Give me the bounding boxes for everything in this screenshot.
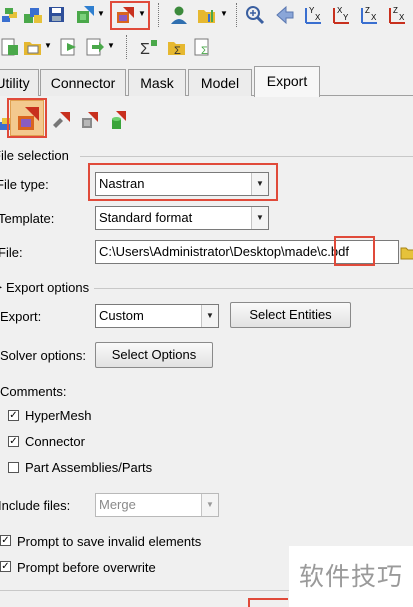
svg-text:Σ: Σ — [201, 45, 208, 57]
include-files-select[interactable]: Merge ▼ — [95, 493, 219, 517]
part-assemblies-label: Part Assemblies/Parts — [25, 460, 153, 475]
toolbar-row-2: ▼ ▼ Σ Σ Σ — [0, 32, 413, 62]
svg-text:Σ: Σ — [174, 45, 181, 57]
file-path-value: C:\Users\Administrator\Desktop\made\c.bd… — [99, 244, 349, 259]
page-icon[interactable] — [0, 36, 22, 58]
svg-text:Z: Z — [393, 6, 398, 15]
part-assemblies-checkbox[interactable] — [8, 462, 19, 473]
file-type-label: File type: — [0, 177, 49, 192]
select-entities-button[interactable]: Select Entities — [230, 302, 351, 328]
connector-export-icon[interactable] — [50, 109, 72, 131]
tab-export[interactable]: Export — [254, 66, 320, 97]
zoom-icon[interactable] — [244, 4, 266, 26]
bottom-highlight — [248, 598, 288, 607]
prompt-overwrite-label: Prompt before overwrite — [17, 560, 156, 575]
svg-text:X: X — [315, 13, 321, 22]
tab-bar: Utility Connector Mask Model Export — [0, 66, 413, 97]
export-label: Export: — [0, 309, 42, 324]
model-export-highlight — [7, 98, 47, 138]
forward-page-icon[interactable] — [58, 36, 80, 58]
export-value: Custom — [99, 308, 144, 323]
svg-text:Z: Z — [365, 6, 370, 15]
section-divider — [80, 156, 413, 157]
chevron-down-icon[interactable]: ▼ — [201, 494, 218, 516]
file-label: File: — [0, 245, 23, 260]
prompt-invalid-label: Prompt to save invalid elements — [17, 534, 202, 549]
tab-mask[interactable]: Mask — [128, 69, 186, 96]
view-zx-icon[interactable]: ZX — [358, 4, 380, 26]
layers-icon[interactable] — [0, 4, 22, 26]
tab-utility[interactable]: Utility — [0, 69, 39, 96]
prompt-overwrite-checkbox[interactable]: ✓ — [0, 561, 11, 572]
connector-checkbox[interactable]: ✓ — [8, 436, 19, 447]
chevron-down-icon[interactable]: ▼ — [251, 207, 268, 229]
select-options-button[interactable]: Select Options — [95, 342, 213, 368]
template-label: Template: — [0, 211, 55, 226]
template-select[interactable]: Standard format ▼ — [95, 206, 269, 230]
export-options-heading: Export options — [6, 280, 90, 295]
chevron-down-icon[interactable]: ▼ — [44, 41, 52, 50]
tab-model[interactable]: Model — [188, 69, 252, 96]
chevron-down-icon[interactable]: ▼ — [220, 9, 228, 18]
comments-label: Comments: — [0, 384, 67, 399]
file-type-highlight — [88, 163, 278, 201]
export-subtoolbar — [0, 98, 413, 144]
view-xy-icon[interactable]: XY — [330, 4, 352, 26]
chevron-down-icon[interactable]: ▼ — [107, 41, 115, 50]
import-icon[interactable] — [74, 4, 96, 26]
back-arrow-icon[interactable] — [274, 4, 296, 26]
hypermesh-label: HyperMesh — [25, 408, 92, 423]
export-icon-highlight — [110, 1, 150, 30]
cylinder-export-icon[interactable] — [106, 109, 128, 131]
view-yx-icon[interactable]: YX — [302, 4, 324, 26]
svg-text:Σ: Σ — [140, 41, 150, 58]
chevron-down-icon[interactable]: ▼ — [97, 9, 105, 18]
svg-text:Y: Y — [343, 13, 349, 22]
toolbar-separator — [236, 3, 237, 27]
solver-options-label: Solver options: — [0, 348, 86, 363]
watermark: 软件技巧 — [289, 546, 413, 607]
folder-page-icon[interactable] — [22, 36, 44, 58]
template-value: Standard format — [99, 210, 193, 225]
tab-connector[interactable]: Connector — [40, 69, 126, 96]
folder-bars-icon[interactable] — [196, 4, 218, 26]
user-icon[interactable] — [168, 4, 190, 26]
solid-export-icon[interactable] — [78, 109, 100, 131]
svg-text:X: X — [399, 13, 405, 22]
components-icon[interactable] — [22, 4, 44, 26]
connector-label: Connector — [25, 434, 85, 449]
include-files-label: Include files: — [0, 498, 71, 513]
section-divider — [94, 288, 413, 289]
page-sum-icon[interactable]: Σ — [192, 36, 214, 58]
file-name-highlight — [334, 236, 375, 266]
toolbar-separator — [126, 35, 127, 59]
svg-text:X: X — [371, 13, 377, 22]
save-model-icon[interactable] — [46, 4, 68, 26]
page-arrow-icon[interactable] — [84, 36, 106, 58]
hypermesh-checkbox[interactable]: ✓ — [8, 410, 19, 421]
open-folder-icon[interactable] — [400, 243, 413, 261]
view-zx-alt-icon[interactable]: ZX — [386, 4, 408, 26]
chevron-down-icon[interactable]: ▼ — [201, 305, 218, 327]
toolbar-separator — [158, 3, 159, 27]
export-select[interactable]: Custom ▼ — [95, 304, 219, 328]
prompt-invalid-checkbox[interactable]: ✓ — [0, 535, 11, 546]
toolbar-row-1: ▼ ▼ ▼ YX XY ZX ZX — [0, 0, 413, 30]
sum-icon[interactable]: Σ — [138, 36, 160, 58]
include-files-value: Merge — [99, 497, 136, 512]
file-selection-heading: File selection — [0, 148, 69, 163]
folder-sum-icon[interactable]: Σ — [166, 36, 188, 58]
export-options-arrow-icon: ▸ — [0, 282, 2, 293]
